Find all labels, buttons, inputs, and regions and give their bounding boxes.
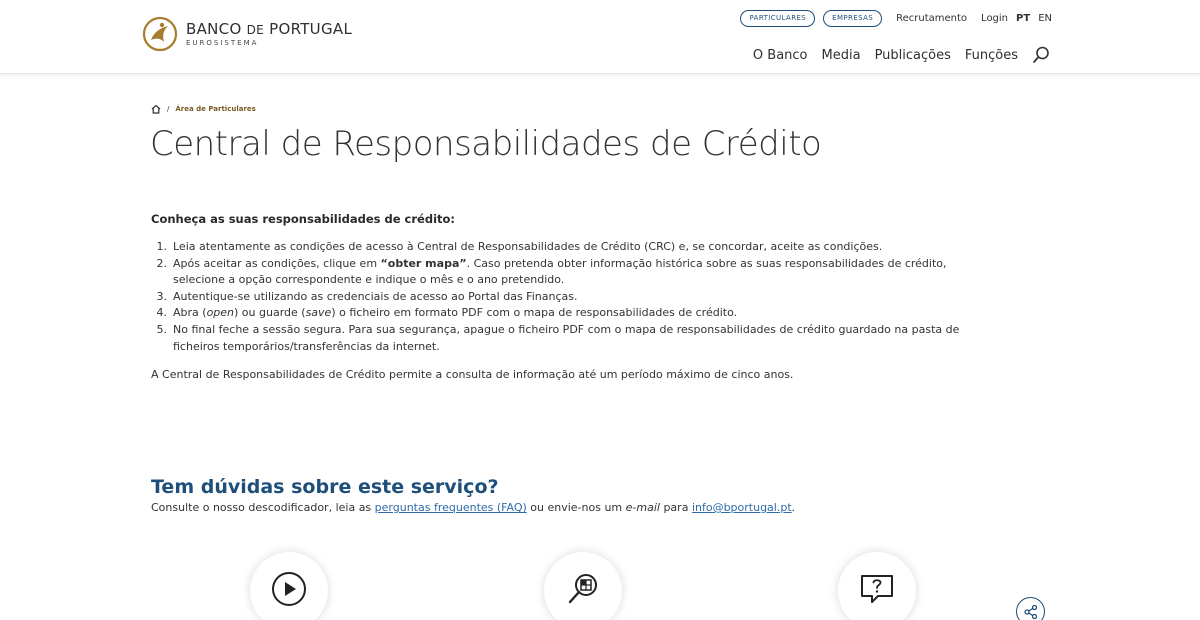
faq-text: Consulte o nosso descodificador, leia as… xyxy=(151,501,796,514)
share-icon xyxy=(1023,604,1037,619)
video-button[interactable] xyxy=(250,552,328,620)
site-header: BANCO DE PORTUGAL EUROSISTEMA PARTICULAR… xyxy=(0,0,1200,74)
logo-subtitle: EUROSISTEMA xyxy=(186,38,259,47)
recruitment-link[interactable]: Recrutamento xyxy=(896,13,967,24)
breadcrumb-separator: / xyxy=(167,105,170,113)
page-title: Central de Responsabilidades de Crédito xyxy=(150,124,822,164)
decoder-button[interactable] xyxy=(544,552,622,620)
breadcrumb-current[interactable]: Área de Particulares xyxy=(175,105,255,113)
lang-pt-link[interactable]: PT xyxy=(1016,13,1030,24)
top-links: PARTICULARES EMPRESAS Recrutamento Login… xyxy=(740,10,1052,27)
nav-item-funcoes[interactable]: Funções xyxy=(965,48,1018,63)
login-link[interactable]: Login xyxy=(981,13,1008,24)
share-button[interactable] xyxy=(1016,597,1045,620)
steps-list: 1. Leia atentamente as condições de aces… xyxy=(151,239,991,355)
nav-item-o-banco[interactable]: O Banco xyxy=(753,48,808,63)
period-note: A Central de Responsabilidades de Crédit… xyxy=(151,368,794,381)
nav-item-publicacoes[interactable]: Publicações xyxy=(875,48,951,63)
question-chat-icon xyxy=(861,575,893,603)
main-nav: O Banco Media Publicações Funções xyxy=(753,46,1050,64)
list-item: 3. Autentique-se utilizando as credencia… xyxy=(156,289,578,303)
document-search-icon xyxy=(568,574,597,604)
bank-emblem-icon xyxy=(142,16,178,52)
list-item: 2. Após aceitar as condições, clique em … xyxy=(156,256,947,287)
home-icon[interactable] xyxy=(151,104,161,114)
faq-link[interactable]: perguntas frequentes (FAQ) xyxy=(375,501,527,514)
search-icon[interactable] xyxy=(1032,46,1050,64)
empresas-button[interactable]: EMPRESAS xyxy=(823,10,883,27)
faq-title: Tem dúvidas sobre este serviço? xyxy=(151,476,499,498)
faq-button[interactable] xyxy=(838,552,916,620)
logo[interactable]: BANCO DE PORTUGAL EUROSISTEMA xyxy=(142,16,352,52)
list-item: 5. No final feche a sessão segura. Para … xyxy=(156,322,960,353)
list-item: 4. Abra (open) ou guarde (save) o fichei… xyxy=(156,306,738,320)
breadcrumb: / Área de Particulares xyxy=(151,104,256,114)
email-link[interactable]: info@bportugal.pt xyxy=(692,501,792,514)
logo-name: BANCO DE PORTUGAL xyxy=(186,19,353,38)
play-icon xyxy=(272,572,306,606)
lang-en-link[interactable]: EN xyxy=(1038,13,1052,24)
list-item: 1. Leia atentamente as condições de aces… xyxy=(156,240,883,253)
particulares-button[interactable]: PARTICULARES xyxy=(740,10,816,27)
intro-title: Conheça as suas responsabilidades de cré… xyxy=(151,212,456,226)
nav-item-media[interactable]: Media xyxy=(822,48,861,63)
